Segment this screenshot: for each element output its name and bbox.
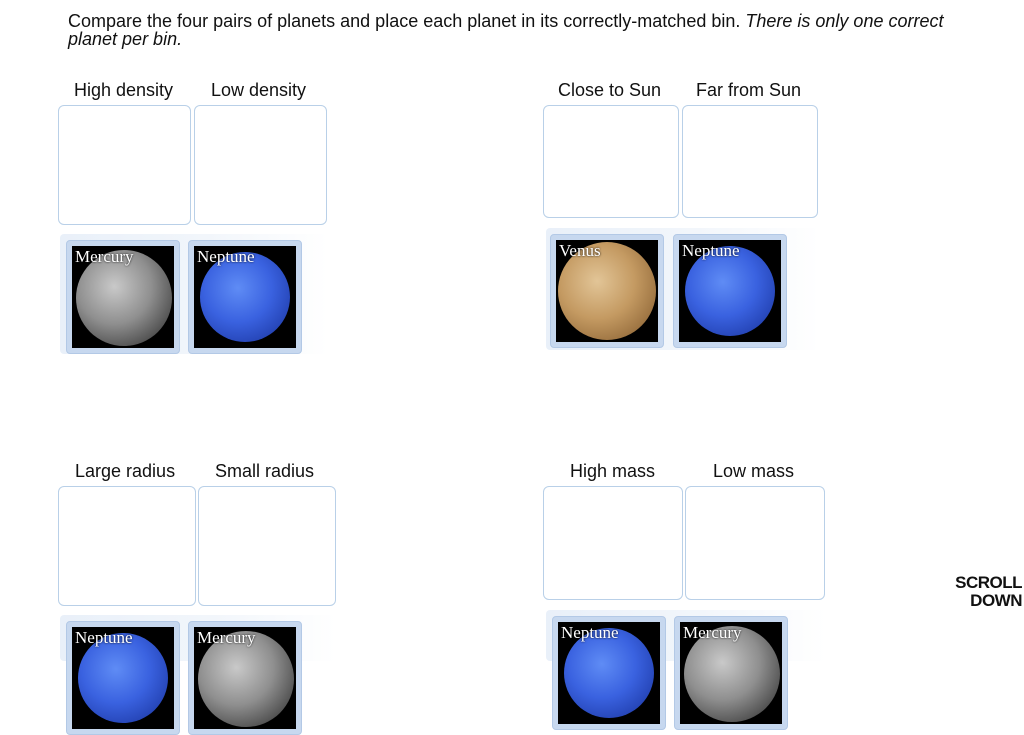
planet-card-mercury[interactable]: Mercury [66, 240, 180, 354]
planet-card-venus[interactable]: Venus [550, 234, 664, 348]
planet-card-neptune[interactable]: Neptune [188, 240, 302, 354]
bin-label-small-radius: Small radius [215, 461, 315, 481]
planet-image: Neptune [194, 246, 296, 348]
planet-name: Neptune [75, 628, 133, 647]
bin-high-mass[interactable] [543, 486, 683, 600]
bin-close-to-sun[interactable] [543, 105, 679, 218]
planet-card-neptune[interactable]: Neptune [552, 616, 666, 730]
planet-image: Neptune [72, 627, 174, 729]
bin-label-high-mass: High mass [570, 461, 656, 481]
scroll-hint-line1: SCROLL [955, 573, 1022, 592]
scroll-down-hint: SCROLL DOWN [944, 574, 1022, 610]
planet-name: Mercury [683, 623, 742, 642]
planet-name: Mercury [75, 247, 134, 266]
planet-name: Venus [559, 241, 601, 260]
bin-label-large-radius: Large radius [75, 461, 176, 481]
bin-high-density[interactable] [58, 105, 191, 225]
bin-label-high-density: High density [74, 80, 174, 100]
planet-image: Mercury [72, 246, 174, 348]
bin-far-from-sun[interactable] [682, 105, 818, 218]
instructions: Compare the four pairs of planets and pl… [68, 12, 968, 48]
planet-name: Neptune [682, 241, 740, 260]
planet-image: Venus [556, 240, 658, 342]
bin-label-low-density: Low density [211, 80, 307, 100]
planet-name: Mercury [197, 628, 256, 647]
bin-low-mass[interactable] [685, 486, 825, 600]
planet-image: Neptune [558, 622, 660, 724]
planet-card-mercury[interactable]: Mercury [188, 621, 302, 735]
bin-label-close-to-sun: Close to Sun [558, 80, 662, 100]
bin-label-far-from-sun: Far from Sun [696, 80, 802, 100]
planet-card-neptune[interactable]: Neptune [673, 234, 787, 348]
planet-image: Neptune [679, 240, 781, 342]
bin-small-radius[interactable] [198, 486, 336, 606]
bin-low-density[interactable] [194, 105, 327, 225]
planet-image: Mercury [194, 627, 296, 729]
planet-image: Mercury [680, 622, 782, 724]
scroll-hint-line2: DOWN [970, 591, 1022, 610]
planet-card-neptune[interactable]: Neptune [66, 621, 180, 735]
planet-name: Neptune [561, 623, 619, 642]
instructions-text: Compare the four pairs of planets and pl… [68, 11, 741, 31]
planet-name: Neptune [197, 247, 255, 266]
planet-card-mercury[interactable]: Mercury [674, 616, 788, 730]
bin-large-radius[interactable] [58, 486, 196, 606]
bin-label-low-mass: Low mass [713, 461, 795, 481]
